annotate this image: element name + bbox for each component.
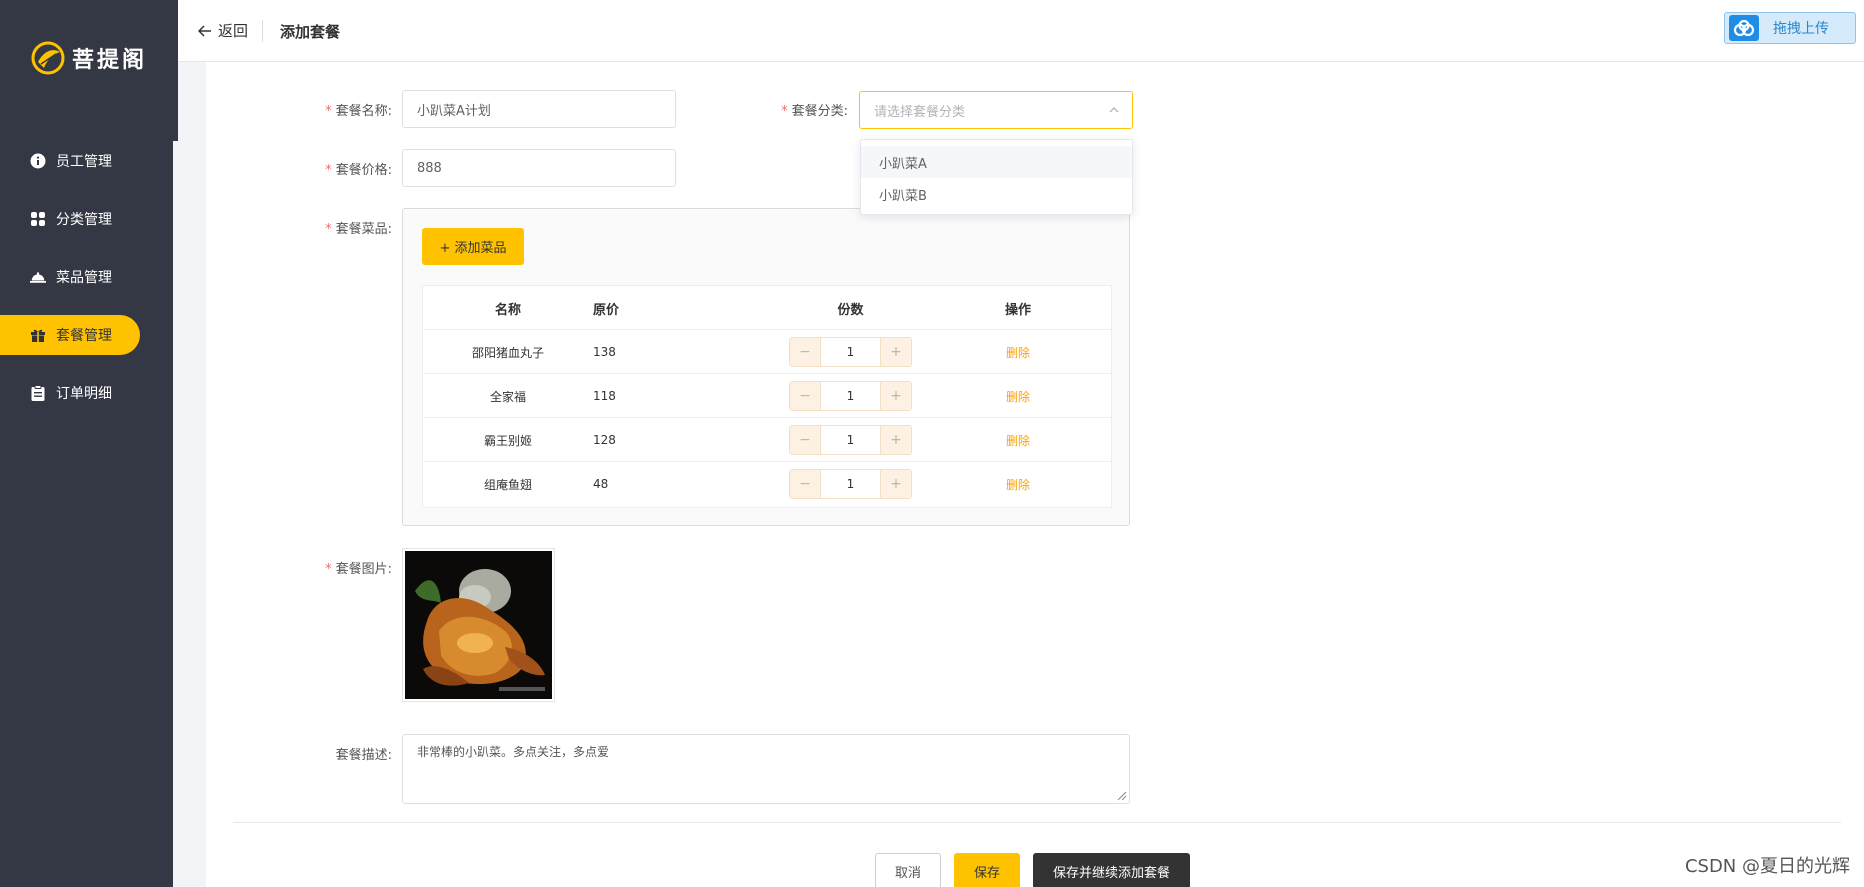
sidebar-item-label: 员工管理 xyxy=(56,154,112,170)
quantity-stepper: − 1 + xyxy=(789,381,912,411)
sidebar-item-setmeal[interactable]: 套餐管理 xyxy=(0,315,140,355)
decrement-button[interactable]: − xyxy=(790,426,820,454)
category-dropdown: 小趴菜A 小趴菜B xyxy=(860,139,1133,215)
table-row: 组庵鱼翅 48 − 1 + 删除 xyxy=(423,462,1111,506)
drag-upload-button[interactable]: 拖拽上传 xyxy=(1724,12,1856,44)
description-label: 套餐描述: xyxy=(335,748,392,763)
increment-button[interactable]: + xyxy=(881,338,911,366)
upload-label: 拖拽上传 xyxy=(1773,21,1829,37)
dish-name: 组庵鱼翅 xyxy=(483,477,532,492)
dish-name: 全家福 xyxy=(489,389,526,404)
sidebar-item-category[interactable]: 分类管理 xyxy=(0,199,173,239)
quantity-value[interactable]: 1 xyxy=(820,426,881,454)
sidebar-item-label: 分类管理 xyxy=(56,212,112,228)
description-textarea[interactable]: 非常棒的小趴菜。多点关注，多点爱 xyxy=(402,734,1130,804)
name-input[interactable]: 小趴菜A计划 xyxy=(402,90,676,128)
sidebar-item-label: 订单明细 xyxy=(56,386,112,402)
dishes-label: * 套餐菜品: xyxy=(325,222,392,237)
decrement-button[interactable]: − xyxy=(790,338,820,366)
header-qty: 份数 xyxy=(837,302,864,318)
sidebar-item-label: 套餐管理 xyxy=(56,328,112,344)
gift-icon xyxy=(30,327,46,343)
increment-button[interactable]: + xyxy=(881,470,911,498)
header-op: 操作 xyxy=(1004,302,1031,318)
quantity-stepper: − 1 + xyxy=(789,337,912,367)
quantity-value[interactable]: 1 xyxy=(820,382,881,410)
sidebar-item-label: 菜品管理 xyxy=(56,270,112,286)
decrement-button[interactable]: − xyxy=(790,470,820,498)
arrow-left-icon xyxy=(198,24,211,37)
delete-link[interactable]: 删除 xyxy=(1006,432,1030,449)
sidebar: 菩提阁 员工管理 分类管理 菜品管理 套餐管理 订单明细 xyxy=(0,0,178,887)
divider xyxy=(262,20,263,42)
delete-link[interactable]: 删除 xyxy=(1006,344,1030,361)
sidebar-nav: 员工管理 分类管理 菜品管理 套餐管理 订单明细 xyxy=(0,141,173,431)
dish-price: 128 xyxy=(593,433,616,447)
header-name: 名称 xyxy=(494,302,521,318)
logo-icon xyxy=(31,41,65,75)
category-option[interactable]: 小趴菜A xyxy=(861,146,1132,178)
add-dish-button[interactable]: + 添加菜品 xyxy=(422,228,524,265)
quantity-value[interactable]: 1 xyxy=(820,338,881,366)
clipboard-icon xyxy=(30,385,46,401)
category-label: * 套餐分类: xyxy=(781,104,848,119)
increment-button[interactable]: + xyxy=(881,426,911,454)
sidebar-item-dish[interactable]: 菜品管理 xyxy=(0,257,173,297)
table-row: 全家福 118 − 1 + 删除 xyxy=(423,374,1111,418)
roast-chicken-image xyxy=(405,551,552,699)
setmeal-image[interactable] xyxy=(402,548,555,702)
name-label: * 套餐名称: xyxy=(325,104,392,119)
chevron-up-icon xyxy=(1109,107,1119,113)
quantity-value[interactable]: 1 xyxy=(820,470,881,498)
watermark: CSDN @夏日的光辉 xyxy=(1684,856,1850,877)
delete-link[interactable]: 删除 xyxy=(1006,388,1030,405)
save-and-continue-button[interactable]: 保存并继续添加套餐 xyxy=(1033,853,1190,887)
back-button[interactable]: 返回 xyxy=(198,20,248,41)
dish-price: 48 xyxy=(593,477,609,491)
sidebar-item-orders[interactable]: 订单明细 xyxy=(0,373,173,413)
table-header: 名称 原价 份数 操作 xyxy=(423,286,1111,330)
dish-box: + 添加菜品 名称 原价 份数 操作 邵阳猪血丸子 138 − 1 + 删除 全… xyxy=(402,208,1130,526)
quantity-stepper: − 1 + xyxy=(789,469,912,499)
info-icon xyxy=(30,153,46,169)
logo: 菩提阁 xyxy=(30,40,147,76)
quantity-stepper: − 1 + xyxy=(789,425,912,455)
grid-icon xyxy=(30,211,46,227)
header-price: 原价 xyxy=(593,302,620,318)
save-button[interactable]: 保存 xyxy=(954,853,1020,887)
footer-divider xyxy=(233,822,1841,823)
dish-name: 霸王别姬 xyxy=(483,433,532,448)
cancel-button[interactable]: 取消 xyxy=(875,853,941,887)
image-label: * 套餐图片: xyxy=(325,562,392,577)
category-option[interactable]: 小趴菜B xyxy=(861,178,1132,210)
logo-text: 菩提阁 xyxy=(72,48,148,73)
increment-button[interactable]: + xyxy=(881,382,911,410)
resize-grip-icon[interactable] xyxy=(1117,791,1127,801)
category-select[interactable]: 请选择套餐分类 xyxy=(859,91,1133,129)
table-row: 霸王别姬 128 − 1 + 删除 xyxy=(423,418,1111,462)
top-bar: 返回 添加套餐 拖拽上传 xyxy=(178,0,1864,62)
dish-price: 118 xyxy=(593,389,616,403)
cloud-icon xyxy=(1729,15,1759,41)
dish-price: 138 xyxy=(593,345,616,359)
table-row: 邵阳猪血丸子 138 − 1 + 删除 xyxy=(423,330,1111,374)
sidebar-item-employee[interactable]: 员工管理 xyxy=(0,141,173,181)
cloche-icon xyxy=(30,269,46,285)
back-label: 返回 xyxy=(218,22,249,40)
page-title: 添加套餐 xyxy=(280,23,341,41)
price-input[interactable]: 888 xyxy=(402,149,676,187)
price-label: * 套餐价格: xyxy=(325,163,392,178)
decrement-button[interactable]: − xyxy=(790,382,820,410)
delete-link[interactable]: 删除 xyxy=(1006,476,1030,493)
logo-area: 菩提阁 xyxy=(0,0,178,141)
dish-table: 名称 原价 份数 操作 邵阳猪血丸子 138 − 1 + 删除 全家福 118 … xyxy=(422,285,1112,508)
dish-name: 邵阳猪血丸子 xyxy=(471,345,544,360)
